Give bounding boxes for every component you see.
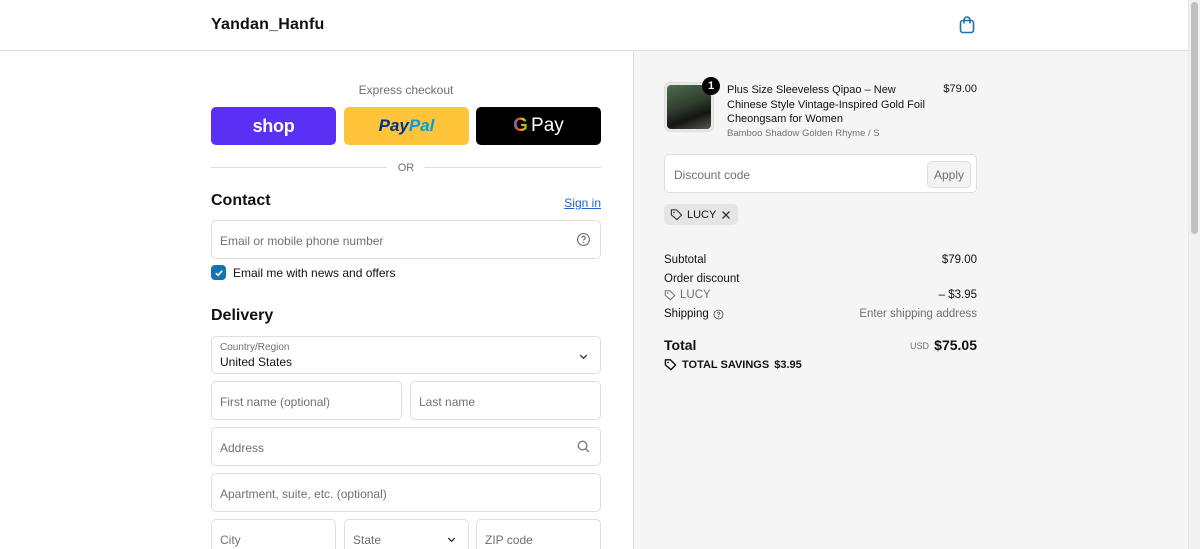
email-field[interactable]: Email or mobile phone number [211, 220, 601, 259]
tag-icon [664, 359, 677, 371]
order-discount-label-row: Order discount [664, 273, 977, 285]
address-field[interactable]: Address [211, 427, 601, 466]
applied-discount-chip: LUCY [664, 204, 739, 225]
google-pay-button[interactable]: G Pay [476, 107, 601, 145]
city-field[interactable]: City [211, 519, 336, 549]
first-name-field[interactable]: First name (optional) [211, 381, 402, 420]
country-value: United States [220, 355, 293, 369]
newsletter-label: Email me with news and offers [233, 265, 396, 280]
shipping-label-wrap: Shipping [664, 308, 724, 320]
tag-icon [670, 209, 683, 221]
quantity-badge: 1 [702, 77, 720, 95]
sign-in-link[interactable]: Sign in [564, 196, 601, 210]
paypal-button[interactable]: PayPal [344, 107, 469, 145]
order-discount-row: LUCY – $3.95 [664, 289, 977, 304]
discount-code-field[interactable]: Discount code Apply [664, 154, 977, 193]
shop-pay-label: shop [252, 115, 295, 136]
shipping-value: Enter shipping address [859, 308, 977, 320]
subtotal-label: Subtotal [664, 254, 707, 266]
subtotal-value: $79.00 [941, 254, 977, 266]
page-scrollbar[interactable] [1188, 0, 1200, 549]
last-name-field[interactable]: Last name [410, 381, 601, 420]
email-placeholder: Email or mobile phone number [220, 234, 384, 248]
store-name[interactable]: Yandan_Hanfu [211, 16, 325, 34]
express-checkout-title: Express checkout [358, 83, 454, 97]
apply-discount-button[interactable]: Apply [927, 161, 971, 188]
order-discount-code: LUCY [664, 289, 711, 301]
last-name-placeholder: Last name [419, 395, 476, 409]
contact-heading: Contact [211, 192, 271, 209]
or-divider-label: OR [397, 162, 415, 174]
shipping-label: Shipping [664, 308, 709, 320]
total-savings: TOTAL SAVINGS $3.95 [664, 358, 802, 371]
checkout-header: Yandan_Hanfu [0, 0, 1188, 51]
shipping-row: Shipping Enter shipping address [664, 308, 977, 320]
savings-label: TOTAL SAVINGS [682, 358, 770, 371]
zip-code-field[interactable]: ZIP code [476, 519, 601, 549]
help-circle-icon[interactable] [576, 232, 591, 247]
apartment-placeholder: Apartment, suite, etc. (optional) [220, 487, 387, 501]
chevron-down-icon [447, 537, 456, 543]
savings-value: $3.95 [774, 358, 802, 371]
country-label: Country/Region [220, 342, 290, 353]
google-pay-label: G Pay [513, 115, 564, 136]
chevron-down-icon [579, 354, 588, 360]
city-placeholder: City [220, 533, 241, 547]
paypal-label: PayPal [378, 116, 435, 135]
apartment-field[interactable]: Apartment, suite, etc. (optional) [211, 473, 601, 512]
or-divider-right [425, 167, 601, 168]
help-circle-icon[interactable] [713, 309, 724, 320]
product-variant: Bamboo Shadow Golden Rhyme / S [727, 128, 880, 139]
shopping-bag-icon [959, 16, 975, 34]
search-icon [577, 440, 590, 453]
shop-pay-button[interactable]: shop [211, 107, 336, 145]
checkmark-icon [214, 269, 223, 276]
product-price: $79.00 [943, 83, 977, 95]
first-name-placeholder: First name (optional) [220, 395, 331, 409]
zip-code-placeholder: ZIP code [485, 533, 533, 547]
product-title: Plus Size Sleeveless Qipao – New Chinese… [727, 84, 925, 126]
total-label: Total [664, 337, 697, 353]
address-placeholder: Address [220, 441, 265, 455]
order-discount-value: – $3.95 [938, 289, 977, 301]
subtotal-row: Subtotal $79.00 [664, 254, 977, 266]
newsletter-option[interactable]: Email me with news and offers [211, 265, 396, 280]
cart-button[interactable] [957, 15, 977, 35]
applied-code-label: LUCY [687, 208, 717, 221]
order-discount-label: Order discount [664, 273, 740, 285]
total-value: $75.05 [934, 337, 977, 353]
total-currency: USD [909, 341, 929, 351]
state-placeholder: State [353, 533, 382, 547]
product-thumbnail: 1 [664, 77, 720, 132]
state-select[interactable]: State [344, 519, 469, 549]
country-select[interactable]: Country/Region United States [211, 336, 601, 374]
newsletter-checkbox[interactable] [211, 265, 226, 280]
scrollbar-thumb[interactable] [1191, 2, 1198, 234]
google-g-icon: G [513, 115, 529, 136]
discount-placeholder: Discount code [674, 168, 751, 182]
delivery-heading: Delivery [211, 307, 274, 324]
tag-icon [664, 290, 676, 301]
remove-discount-icon[interactable] [720, 209, 732, 221]
